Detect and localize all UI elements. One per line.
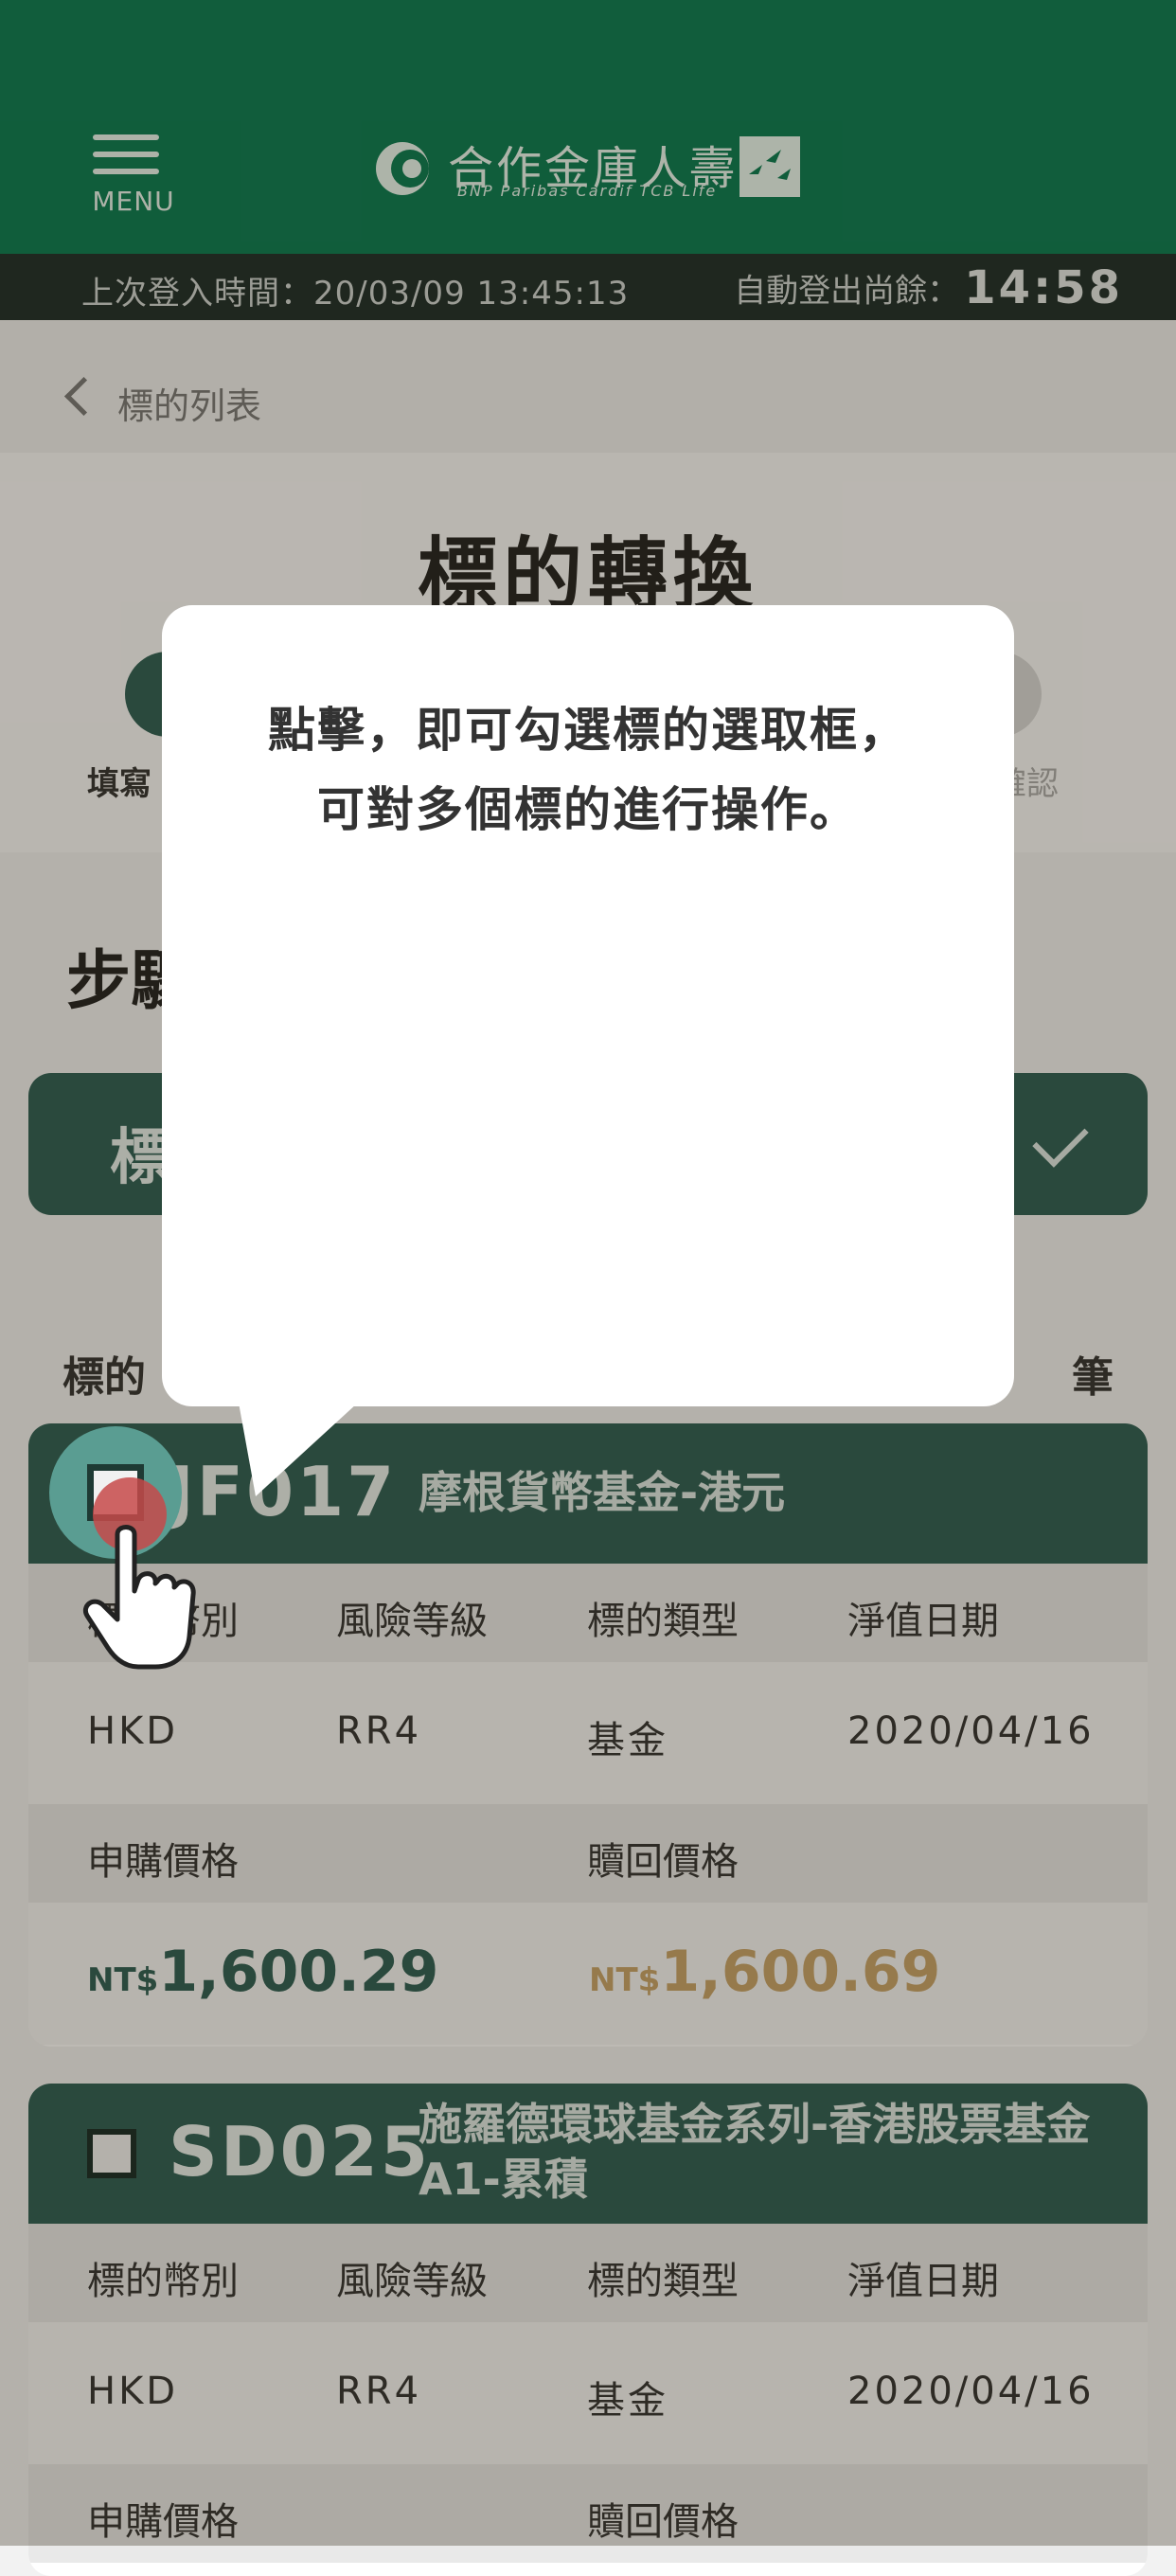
tooltip-tail	[237, 1392, 369, 1496]
tooltip-line-2: 可對多個標的進行操作。	[317, 782, 859, 837]
tooltip-bubble: 點擊，即可勾選標的選取框， 可對多個標的進行操作。	[162, 605, 1014, 1406]
pointing-hand-icon	[83, 1525, 196, 1670]
tooltip-line-1: 點擊，即可勾選標的選取框，	[268, 703, 908, 758]
tooltip-text: 點擊，即可勾選標的選取框， 可對多個標的進行操作。	[200, 690, 976, 850]
